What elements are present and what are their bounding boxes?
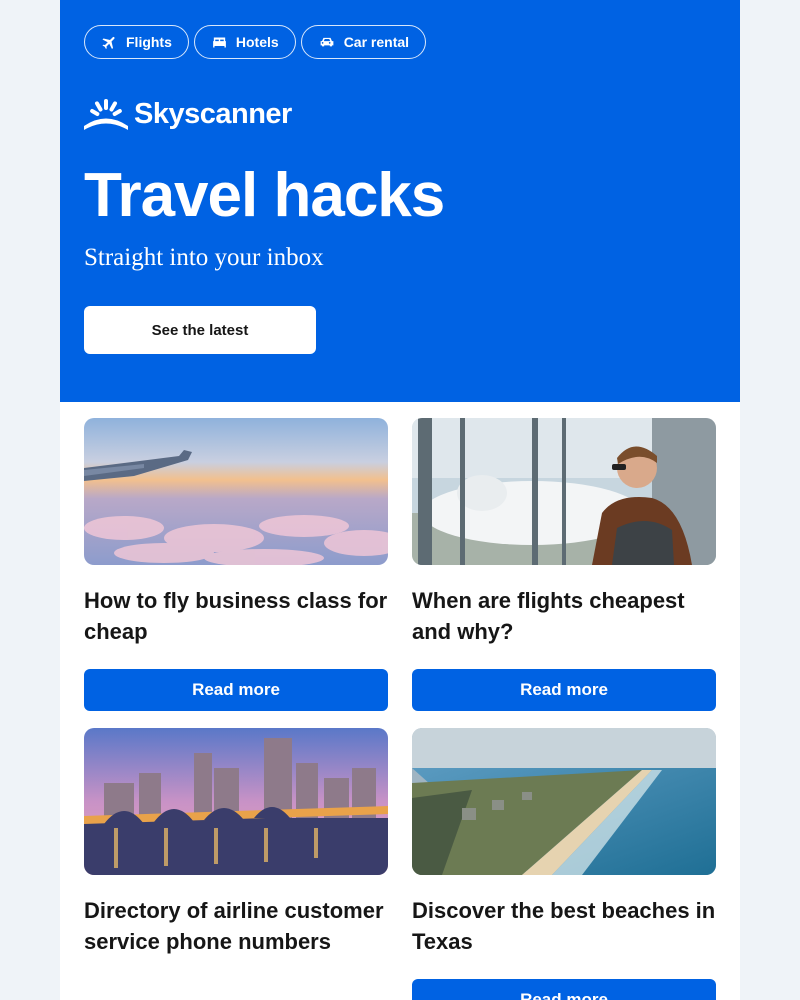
article-image-cheapest-flights[interactable]: [412, 418, 716, 565]
brand-name: Skyscanner: [134, 98, 292, 130]
nav-pill-car-rental[interactable]: Car rental: [300, 25, 427, 59]
nav-pill-label: Car rental: [343, 34, 410, 50]
article-title[interactable]: Discover the best beaches in Texas: [412, 895, 716, 957]
hero-subline: Straight into your inbox: [84, 244, 324, 271]
article-image-texas-beaches[interactable]: [412, 728, 716, 875]
read-more-button[interactable]: Read more: [412, 669, 716, 711]
sunrise-logo-icon: [84, 98, 128, 130]
article-image-business-class[interactable]: [84, 418, 388, 565]
nav-pill-flights[interactable]: Flights: [84, 25, 189, 59]
skyscanner-logo[interactable]: Skyscanner: [84, 98, 292, 131]
category-nav: Flights Hotels Car rental: [84, 25, 427, 59]
nav-pill-label: Flights: [126, 34, 172, 50]
bed-icon: [213, 37, 226, 47]
article-title[interactable]: Directory of airline customer service ph…: [84, 895, 388, 957]
hero-headline: Travel hacks: [84, 161, 445, 230]
read-more-button[interactable]: Read more: [84, 669, 388, 711]
article-image-airline-directory[interactable]: [84, 728, 388, 875]
article-title[interactable]: When are flights cheapest and why?: [412, 585, 716, 647]
read-more-button[interactable]: Read more: [412, 979, 716, 1000]
nav-pill-label: Hotels: [235, 34, 279, 50]
see-latest-button[interactable]: See the latest: [84, 306, 316, 354]
plane-icon: [102, 36, 115, 49]
nav-pill-hotels[interactable]: Hotels: [193, 25, 296, 59]
email-container: Flights Hotels Car rental Skyscanner Tra…: [60, 0, 740, 1000]
article-title[interactable]: How to fly business class for cheap: [84, 585, 388, 647]
hero-banner: Flights Hotels Car rental Skyscanner Tra…: [60, 0, 740, 402]
car-icon: [320, 37, 334, 46]
